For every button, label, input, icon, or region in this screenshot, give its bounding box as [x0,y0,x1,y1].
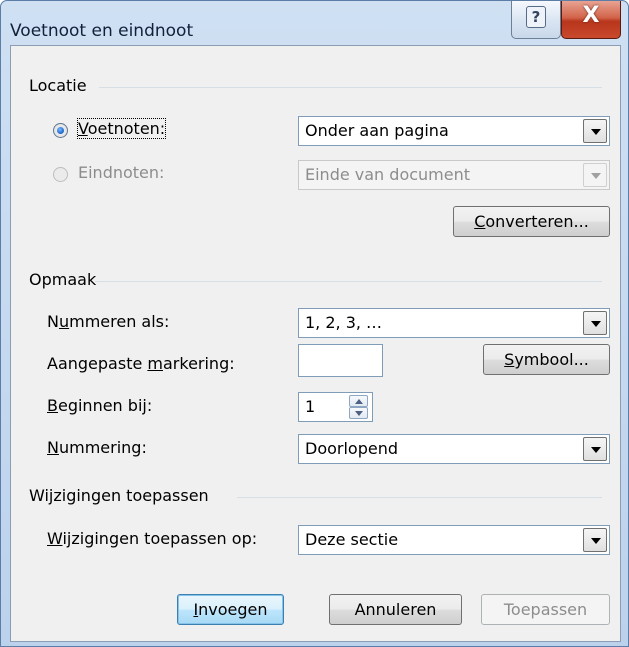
endnotes-radio[interactable] [53,167,68,182]
section-location-heading: Locatie [29,76,87,95]
start-at-value: 1 [305,397,316,416]
numbering-value: Doorlopend [305,439,399,458]
cancel-button[interactable]: Annuleren [329,594,462,625]
endnotes-position-value: Einde van document [305,165,471,184]
spin-down-icon[interactable] [349,407,368,419]
chevron-down-icon[interactable] [583,528,607,552]
section-divider [99,87,602,88]
apply-to-value: Deze sectie [305,530,399,549]
endnotes-label[interactable]: Eindnoten: [78,163,164,182]
apply-to-select[interactable]: Deze sectie [298,525,610,555]
spin-up-icon[interactable] [349,395,368,407]
footnotes-position-value: Onder aan pagina [305,121,449,140]
numbering-select[interactable]: Doorlopend [298,434,610,464]
help-icon: ? [526,6,546,28]
symbol-button[interactable]: Symbool... [483,344,610,375]
custom-mark-label: Aangepaste markering: [47,354,235,373]
convert-button[interactable]: Converteren... [453,206,610,237]
endnotes-position-select[interactable]: Einde van document [298,160,610,190]
chevron-down-icon[interactable] [583,437,607,461]
custom-mark-input[interactable] [298,344,383,377]
chevron-down-icon[interactable] [583,163,607,187]
start-at-label: Beginnen bij: [47,396,153,415]
close-icon: X [582,3,600,28]
numbering-label: Nummering: [47,438,147,457]
section-divider [95,281,602,282]
window-title: Voetnoot en eindnoot [10,21,194,41]
dialog-window: Voetnoot en eindnoot ? X Locatie Voetnot… [0,0,629,647]
start-at-input[interactable]: 1 [298,392,373,422]
chevron-down-icon[interactable] [583,119,607,143]
insert-button[interactable]: Invoegen [177,594,284,625]
footnotes-radio[interactable] [53,123,68,138]
section-divider [237,497,602,498]
footnotes-position-select[interactable]: Onder aan pagina [298,116,610,146]
footnotes-label[interactable]: Voetnoten: [76,118,167,139]
chevron-down-icon[interactable] [583,311,607,335]
apply-button[interactable]: Toepassen [481,594,610,625]
number-format-select[interactable]: 1, 2, 3, … [298,308,610,338]
number-format-label: Nummeren als: [47,312,170,331]
section-format-heading: Opmaak [29,270,97,289]
number-format-value: 1, 2, 3, … [305,313,383,332]
apply-to-label: Wijzigingen toepassen op: [47,529,258,548]
section-apply-heading: Wijzigingen toepassen [29,486,209,505]
close-button[interactable]: X [561,1,621,39]
dialog-content: Locatie Voetnoten: Onder aan pagina Eind… [10,45,621,642]
title-bar[interactable]: Voetnoot en eindnoot ? X [1,1,628,45]
help-button[interactable]: ? [511,1,561,39]
